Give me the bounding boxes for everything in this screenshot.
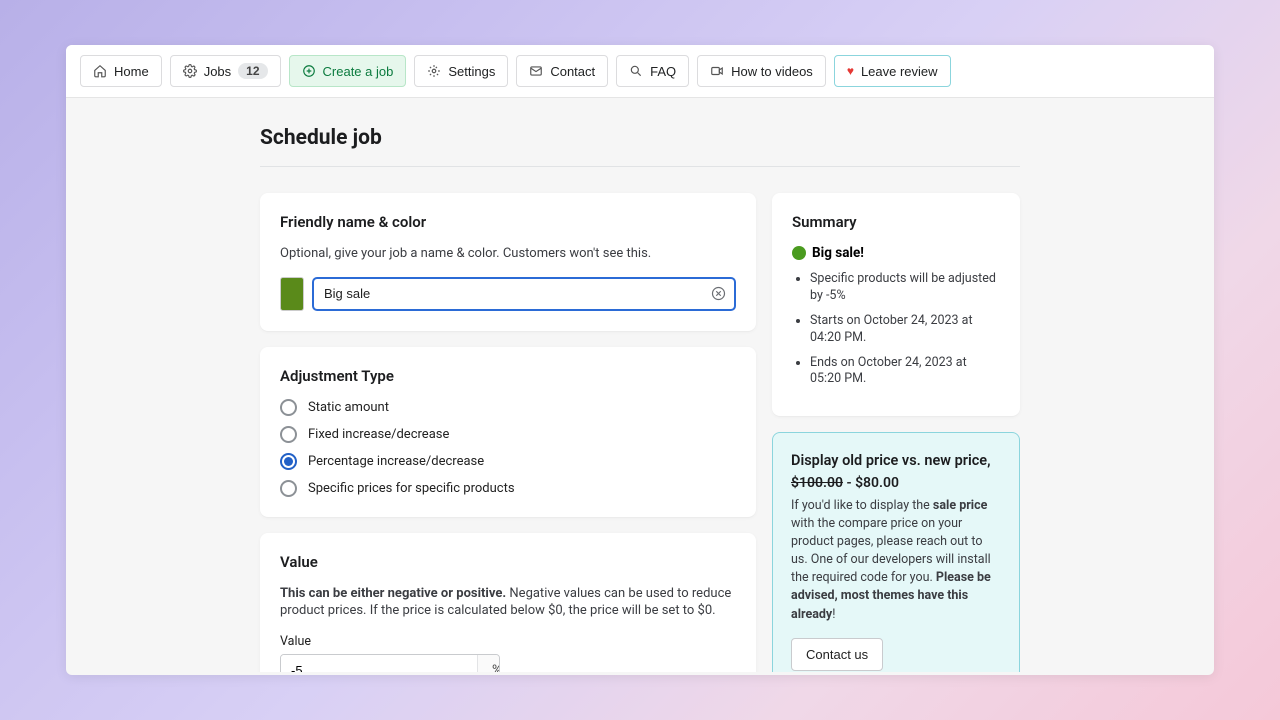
summary-item: Starts on October 24, 2023 at 04:20 PM. (810, 313, 1000, 347)
nav-home[interactable]: Home (80, 55, 162, 87)
adjustment-heading: Adjustment Type (280, 367, 736, 385)
top-nav: Home Jobs 12 Create a job Settings Conta… (66, 45, 1214, 98)
settings-icon (427, 64, 441, 78)
app-window: Home Jobs 12 Create a job Settings Conta… (66, 45, 1214, 675)
color-swatch[interactable] (280, 277, 304, 311)
radio-fixed[interactable]: Fixed increase/decrease (280, 426, 736, 443)
radio-icon (280, 426, 297, 443)
value-subtext: This can be either negative or positive.… (280, 585, 736, 620)
contact-us-button[interactable]: Contact us (791, 638, 883, 671)
summary-list: Specific products will be adjusted by -5… (792, 271, 1000, 388)
radio-label: Static amount (308, 400, 389, 415)
nav-create-job[interactable]: Create a job (289, 55, 407, 87)
heart-icon: ♥ (847, 64, 854, 78)
adjustment-type-card: Adjustment Type Static amount Fixed incr… (260, 347, 756, 517)
nav-settings[interactable]: Settings (414, 55, 508, 87)
nav-settings-label: Settings (448, 64, 495, 79)
value-label: Value (280, 634, 736, 649)
radio-label: Percentage increase/decrease (308, 454, 484, 469)
radio-percentage[interactable]: Percentage increase/decrease (280, 453, 736, 470)
radio-static-amount[interactable]: Static amount (280, 399, 736, 416)
nav-videos-label: How to videos (731, 64, 813, 79)
radio-icon (280, 399, 297, 416)
nav-contact[interactable]: Contact (516, 55, 608, 87)
price-display-promo: Display old price vs. new price, $100.00… (772, 432, 1020, 672)
old-price: $100.00 (791, 475, 843, 491)
value-suffix: % (477, 655, 500, 672)
divider (260, 166, 1020, 167)
value-card: Value This can be either negative or pos… (260, 533, 756, 672)
nav-videos[interactable]: How to videos (697, 55, 826, 87)
value-lead-bold: This can be either negative or positive. (280, 586, 506, 601)
radio-label: Specific prices for specific products (308, 481, 515, 496)
radio-icon (280, 453, 297, 470)
promo-price-example: $100.00 - $80.00 (791, 475, 1001, 491)
value-heading: Value (280, 553, 736, 571)
nav-home-label: Home (114, 64, 149, 79)
friendly-name-card: Friendly name & color Optional, give you… (260, 193, 756, 331)
new-price: $80.00 (855, 475, 899, 491)
nav-create-label: Create a job (323, 64, 394, 79)
job-name-input[interactable] (324, 286, 704, 301)
summary-item: Specific products will be adjusted by -5… (810, 271, 1000, 305)
friendly-heading: Friendly name & color (280, 213, 736, 231)
search-icon (629, 64, 643, 78)
page-title: Schedule job (260, 126, 1020, 150)
nav-faq-label: FAQ (650, 64, 676, 79)
radio-icon (280, 480, 297, 497)
friendly-subtext: Optional, give your job a name & color. … (280, 245, 736, 263)
radio-label: Fixed increase/decrease (308, 427, 449, 442)
promo-body: If you'd like to display the sale price … (791, 497, 1001, 624)
value-input[interactable] (281, 655, 477, 672)
mail-icon (529, 64, 543, 78)
status-dot-icon (792, 246, 806, 260)
job-name-field[interactable] (312, 277, 736, 311)
clear-input-icon[interactable] (709, 285, 727, 303)
nav-leave-review[interactable]: ♥ Leave review (834, 55, 951, 87)
home-icon (93, 64, 107, 78)
nav-contact-label: Contact (550, 64, 595, 79)
radio-specific-prices[interactable]: Specific prices for specific products (280, 480, 736, 497)
nav-jobs[interactable]: Jobs 12 (170, 55, 281, 87)
jobs-count-badge: 12 (238, 63, 267, 79)
nav-faq[interactable]: FAQ (616, 55, 689, 87)
summary-item: Ends on October 24, 2023 at 05:20 PM. (810, 355, 1000, 389)
plus-circle-icon (302, 64, 316, 78)
summary-heading: Summary (792, 213, 1000, 231)
nav-jobs-label: Jobs (204, 64, 231, 79)
page-content[interactable]: Schedule job Friendly name & color Optio… (66, 98, 1214, 672)
summary-card: Summary Big sale! Specific products will… (772, 193, 1020, 416)
promo-heading: Display old price vs. new price, (791, 451, 1001, 471)
nav-review-label: Leave review (861, 64, 938, 79)
summary-job-title: Big sale! (792, 245, 1000, 261)
gear-icon (183, 64, 197, 78)
value-input-wrap[interactable]: % (280, 654, 500, 672)
video-icon (710, 64, 724, 78)
